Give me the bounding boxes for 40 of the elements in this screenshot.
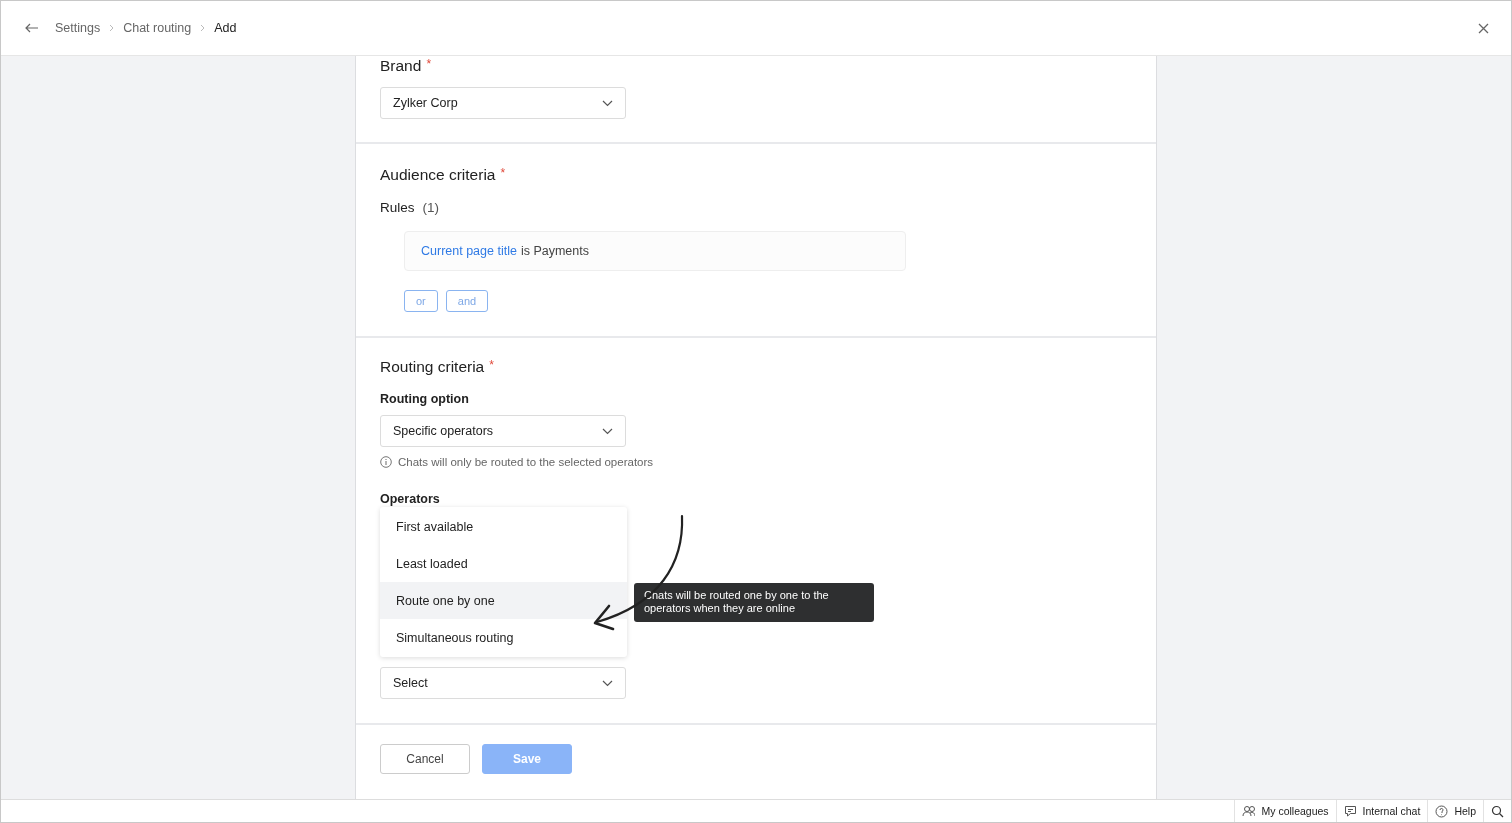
routing-option-dropdown[interactable]: Specific operators: [380, 415, 626, 447]
search-icon[interactable]: [1491, 804, 1504, 818]
breadcrumb-item[interactable]: Settings: [55, 21, 101, 35]
section-title: Routing criteria: [380, 358, 485, 376]
chevron-right-icon: [109, 24, 115, 32]
menu-item[interactable]: First available: [380, 508, 627, 545]
required-mark: *: [500, 166, 506, 180]
menu-item[interactable]: Simultaneous routing: [380, 619, 627, 656]
status-link[interactable]: Internal chat: [1362, 805, 1421, 817]
status-link[interactable]: Help: [1454, 805, 1476, 817]
required-mark: *: [489, 358, 494, 372]
required-mark: *: [426, 57, 432, 71]
help-icon[interactable]: [1435, 804, 1449, 818]
section-title: Audience criteria: [380, 166, 496, 184]
menu-item[interactable]: Route one by one: [380, 582, 627, 619]
breadcrumb-item: Add: [214, 21, 237, 35]
rules-label: Rules: [380, 200, 415, 215]
breadcrumb-item[interactable]: Chat routing: [123, 21, 192, 35]
back-arrow-icon[interactable]: [25, 23, 39, 33]
operators-dropdown[interactable]: Select: [380, 667, 626, 699]
chevron-down-icon: [602, 99, 613, 107]
close-icon[interactable]: [1478, 22, 1489, 34]
field-label: Operators: [380, 492, 441, 506]
chat-icon[interactable]: [1343, 804, 1357, 818]
hint-text: Chats will only be routed to the selected operators: [398, 456, 654, 468]
rule-field-link[interactable]: Current page title: [421, 244, 517, 258]
chevron-down-icon: [602, 679, 613, 687]
cancel-button[interactable]: Cancel: [380, 744, 470, 774]
chevron-right-icon: [200, 24, 206, 32]
rules-count: (1): [422, 200, 439, 215]
section-title: Brand: [380, 57, 422, 75]
status-link[interactable]: My colleagues: [1261, 805, 1329, 817]
chevron-down-icon: [602, 427, 613, 435]
tooltip-text: Chats will be routed one by one to the operators when they are online: [644, 589, 829, 614]
brand-dropdown[interactable]: Zylker Corp: [380, 87, 626, 119]
rule-condition: is Payments: [520, 244, 589, 258]
people-icon[interactable]: [1242, 804, 1256, 818]
field-label: Routing option: [380, 392, 470, 406]
menu-item[interactable]: Least loaded: [380, 545, 627, 582]
info-icon: [380, 456, 392, 468]
